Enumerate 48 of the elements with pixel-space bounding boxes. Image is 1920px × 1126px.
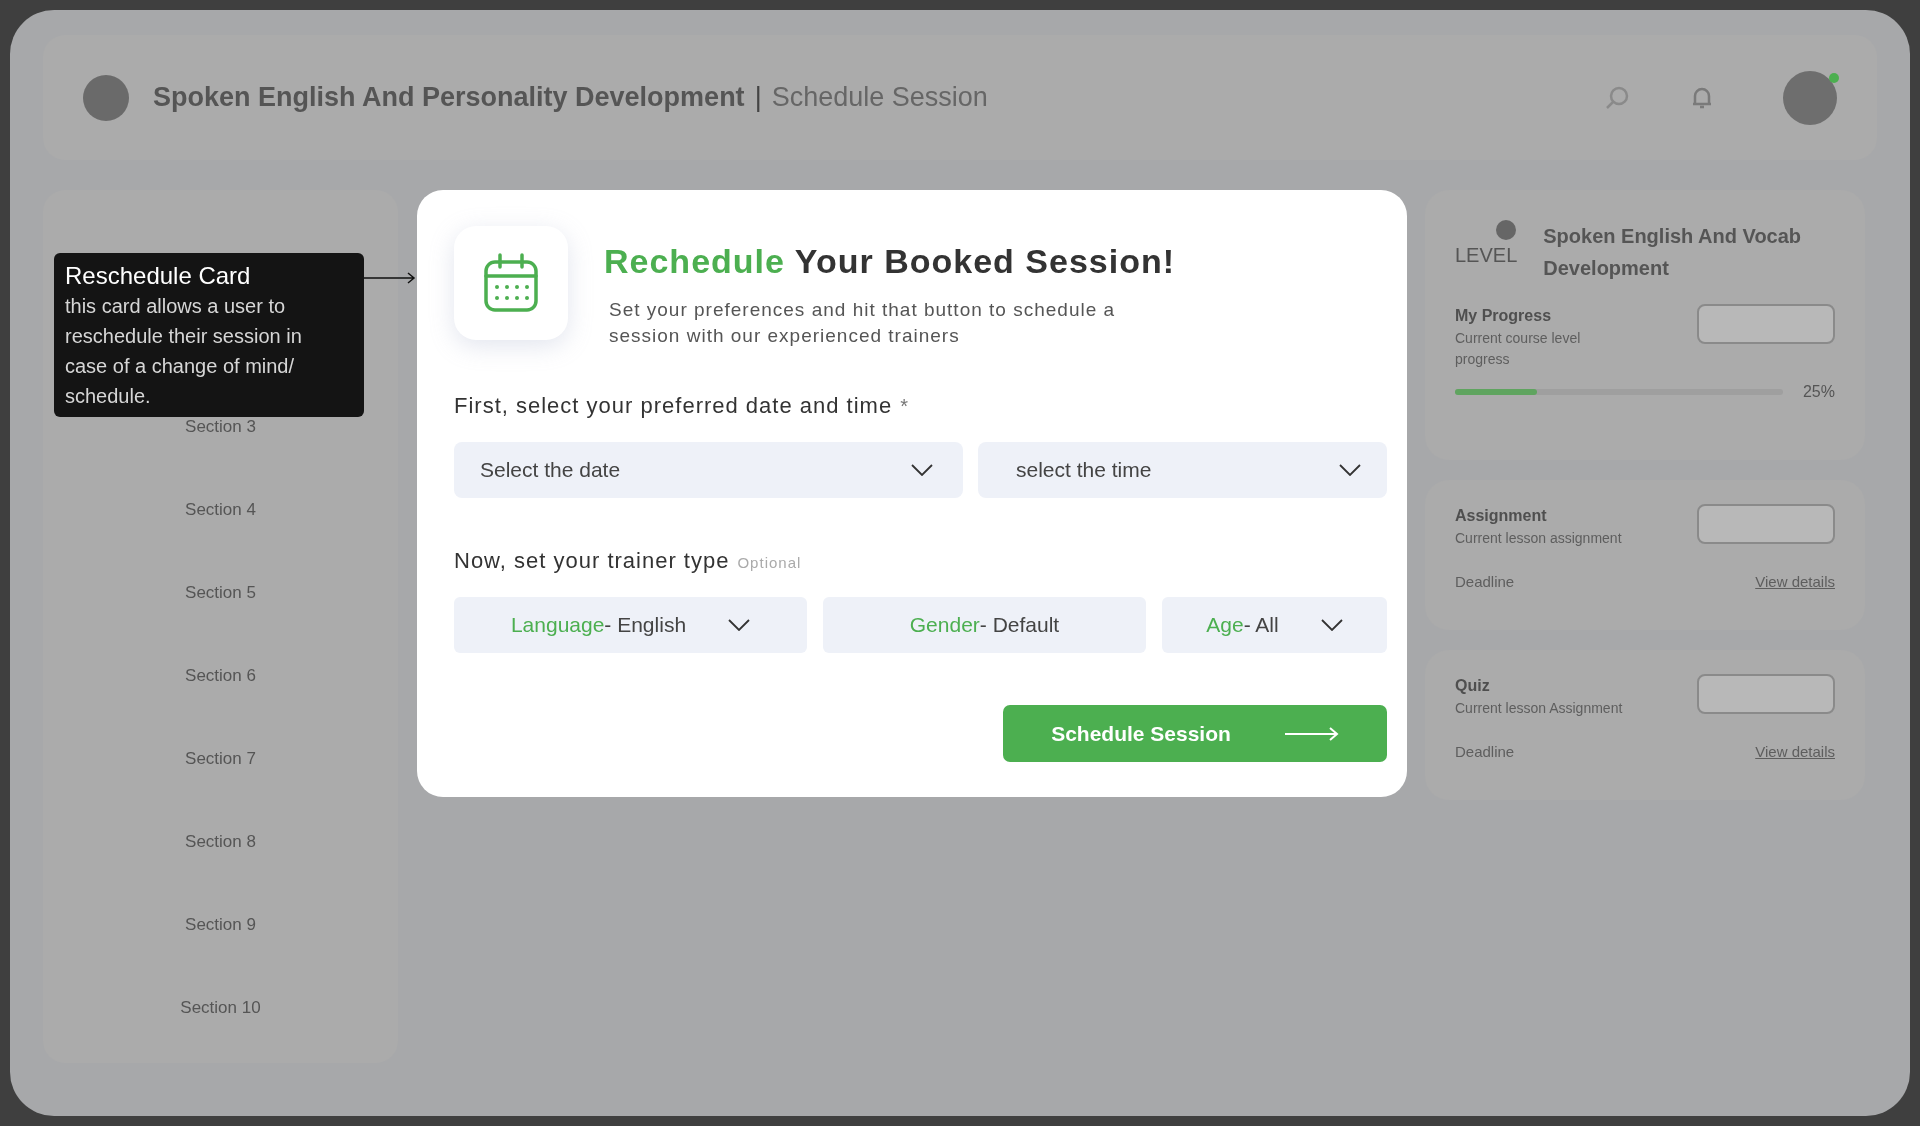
progress-title: My Progress xyxy=(1455,306,1553,326)
dialog-title: Rechedule Your Booked Session! xyxy=(604,241,1175,282)
optional-note: Optional xyxy=(737,553,802,573)
chevron-down-icon xyxy=(911,464,933,476)
trainer-type-label: Now, set your trainer type xyxy=(454,547,730,575)
view-details-link[interactable]: View details xyxy=(1755,571,1835,594)
deadline-label: Deadline xyxy=(1455,742,1515,762)
course-name: Spoken English And Vocab Development xyxy=(1543,224,1803,281)
date-select[interactable]: Select the date xyxy=(454,442,963,498)
filter-field[interactable]: Gender- Default xyxy=(823,597,1146,653)
level-badge-icon xyxy=(1496,220,1517,240)
course-title: Spoken English And Personality Development xyxy=(153,81,745,115)
page-subtitle: Schedule Session xyxy=(771,81,988,115)
sidebar-item[interactable]: Section 6 xyxy=(185,663,256,685)
dialog-subtitle: Set your preferences and hit that button to schedule a session with our experienced trainers xyxy=(609,298,1117,348)
annotation-text: this card allows a user to reschedule their session in case of a change of mind/ schedule. xyxy=(65,294,303,409)
sidebar-item[interactable]: Section 4 xyxy=(185,497,256,519)
title-separator: | xyxy=(754,81,762,115)
level-label: LEVEL xyxy=(1455,243,1518,268)
search-icon[interactable] xyxy=(1605,84,1631,111)
task-title: Assignment xyxy=(1455,506,1548,526)
progress-reading: 25% xyxy=(1802,382,1835,402)
sidebar-item[interactable]: Section 7 xyxy=(185,746,256,768)
time-select[interactable]: select the time xyxy=(978,442,1387,498)
sidebar-item[interactable]: Section 3 xyxy=(185,414,256,436)
avatar[interactable] xyxy=(1783,70,1837,125)
view-details-link[interactable]: View details xyxy=(1755,741,1835,764)
chevron-down-icon xyxy=(728,619,751,631)
sidebar-item[interactable]: Section 8 xyxy=(185,829,256,851)
filter-dropdown[interactable]: Language- English xyxy=(454,597,807,653)
schedule-session-button[interactable]: Schedule Session xyxy=(1003,705,1387,762)
task-title: Quiz xyxy=(1455,676,1491,696)
required-mark: * xyxy=(900,394,908,419)
arrow-right-icon xyxy=(1284,726,1339,741)
task-subtitle: Current lesson Assignment xyxy=(1455,699,1623,718)
sidebar-item[interactable]: Section 10 xyxy=(180,995,261,1017)
sidebar-item[interactable]: Section 5 xyxy=(185,580,256,602)
chevron-down-icon xyxy=(1339,464,1361,476)
deadline-label: Deadline xyxy=(1455,572,1515,592)
chevron-down-icon xyxy=(1320,619,1343,631)
calendar-icon xyxy=(483,253,539,313)
progress-subtitle: Current course level progress xyxy=(1455,329,1582,369)
sidebar-item[interactable]: Section 9 xyxy=(185,912,256,934)
annotation-title: Reschedule Card xyxy=(65,261,252,291)
bell-icon[interactable] xyxy=(1691,85,1713,110)
task-subtitle: Current lesson assignment xyxy=(1455,529,1622,548)
date-time-label: First, select your preferred date and time xyxy=(454,392,893,420)
filter-dropdown[interactable]: Age- All xyxy=(1162,597,1387,653)
